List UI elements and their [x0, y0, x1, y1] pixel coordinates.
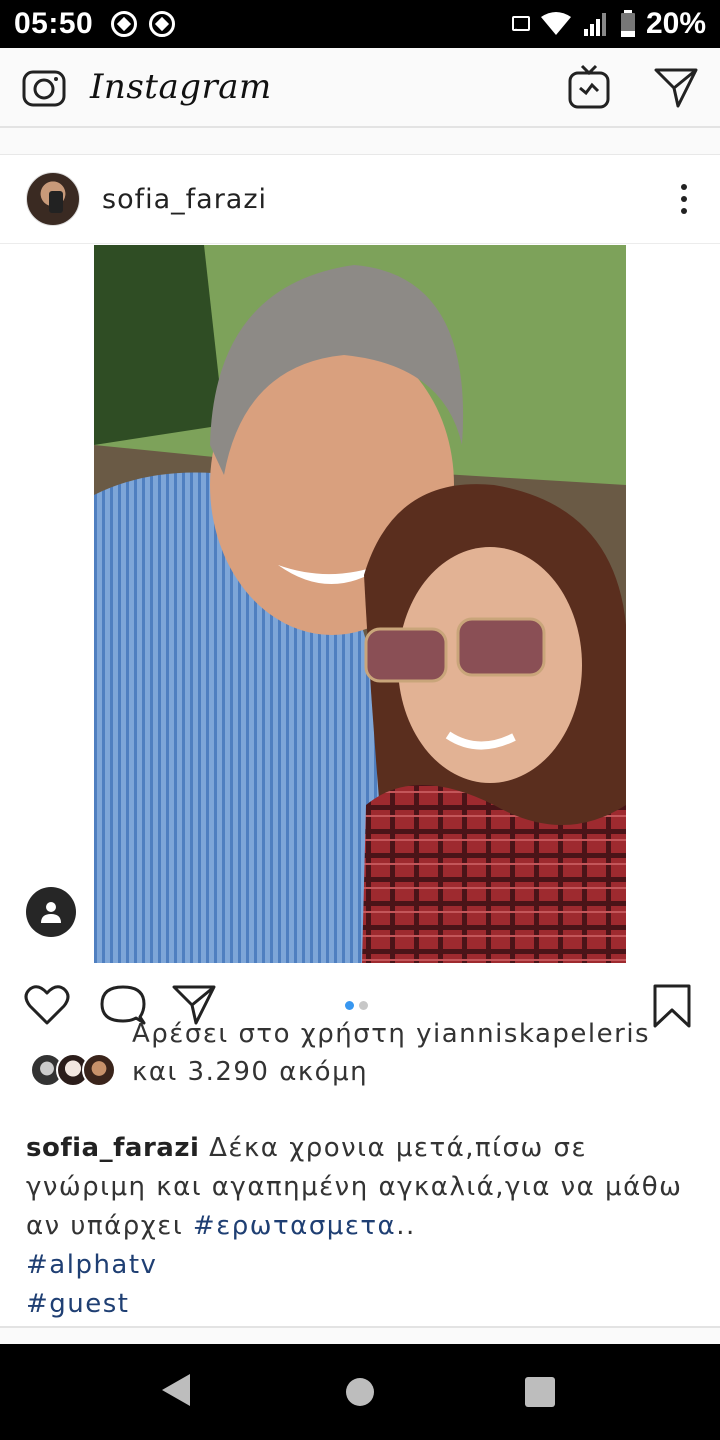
post-card: sofia_farazi Αρέσει στο χρήστη yianniska…	[0, 154, 720, 1328]
carousel-indicator	[345, 1001, 368, 1010]
person-icon	[41, 902, 61, 923]
likes-line-1: Αρέσει στο χρήστη yianniskapeleris	[132, 1019, 651, 1049]
igtv-icon[interactable]	[568, 64, 610, 110]
hashtag-link[interactable]: #guest	[26, 1285, 706, 1324]
post-photo[interactable]	[94, 245, 626, 963]
post-photo-illustration	[94, 245, 626, 963]
likes-text: Αρέσει στο χρήστη yianniskapeleris και 3…	[132, 1015, 706, 1091]
user-tags-icon[interactable]	[26, 887, 76, 937]
post-caption: sofia_farazi Δέκα χρονια μετά,πίσω σε γν…	[26, 1129, 706, 1324]
heart-icon[interactable]	[24, 983, 70, 1027]
status-time: 05:50	[14, 7, 94, 40]
carousel-dot-active	[345, 1001, 354, 1010]
battery-percent: 20%	[645, 7, 706, 40]
notification-icon	[149, 11, 176, 37]
status-indicators: 20%	[511, 7, 706, 41]
post-username[interactable]: sofia_farazi	[102, 184, 267, 215]
wifi-icon	[540, 12, 571, 35]
post-header: sofia_farazi	[0, 155, 720, 244]
notification-icon	[111, 11, 138, 37]
back-icon[interactable]	[162, 1374, 190, 1406]
caption-username[interactable]: sofia_farazi	[26, 1133, 199, 1163]
battery-icon	[620, 10, 635, 37]
recents-icon[interactable]	[525, 1377, 555, 1407]
camera-icon[interactable]	[22, 66, 66, 108]
app-header: Instagram	[0, 48, 720, 128]
signal-icon	[583, 13, 606, 36]
system-nav-bar	[0, 1344, 720, 1440]
more-options-icon[interactable]	[674, 184, 694, 214]
caption-body: sofia_farazi Δέκα χρονια μετά,πίσω σε γν…	[26, 1129, 706, 1246]
direct-message-icon[interactable]	[654, 66, 698, 108]
liker-avatars	[30, 1053, 120, 1089]
carousel-dot	[359, 1001, 368, 1010]
likes-line-2: και 3.290 ακόμη	[132, 1057, 369, 1087]
hashtag-link[interactable]: #ερωτασμετα	[193, 1211, 396, 1241]
home-icon[interactable]	[346, 1378, 374, 1406]
avatar[interactable]	[26, 172, 80, 226]
status-bar: 05:50 20%	[0, 0, 720, 48]
feed: sofia_farazi Αρέσει στο χρήστη yianniska…	[0, 128, 720, 1344]
app-logo: Instagram	[90, 67, 272, 107]
avatar	[82, 1053, 116, 1087]
cast-icon	[511, 16, 530, 31]
hashtag-link[interactable]: #alphatv	[26, 1246, 706, 1285]
likes-summary[interactable]: Αρέσει στο χρήστη yianniskapeleris και 3…	[26, 1019, 706, 1091]
caption-ellipsis: ..	[396, 1211, 416, 1241]
